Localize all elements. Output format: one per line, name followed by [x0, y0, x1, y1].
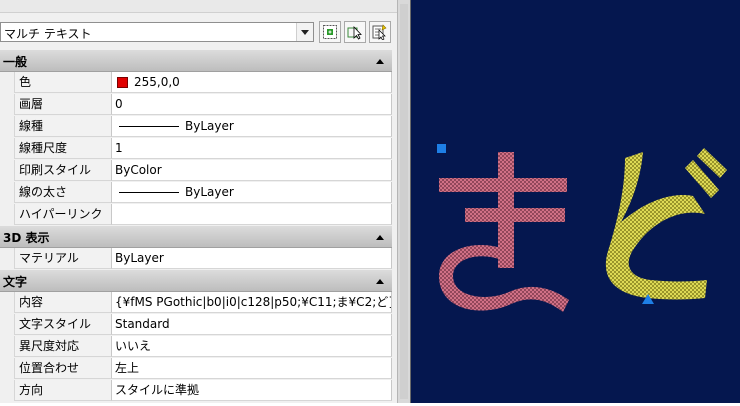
property-row[interactable]: 線種 ByLayer — [0, 116, 392, 138]
property-row[interactable]: 色 255,0,0 — [0, 72, 392, 94]
property-label: 線の太さ — [14, 182, 112, 203]
property-value[interactable]: 1 — [112, 138, 392, 159]
property-value[interactable]: スタイルに準拠 — [112, 380, 392, 401]
property-value[interactable]: ByLayer — [112, 116, 392, 137]
property-value-text: スタイルに準拠 — [115, 383, 200, 397]
category-header[interactable]: 3D 表示 — [0, 226, 392, 248]
property-value-text: ByLayer — [185, 185, 234, 199]
property-row[interactable]: 異尺度対応 いいえ — [0, 336, 392, 358]
property-label: 色 — [14, 72, 112, 93]
property-label: ハイパーリンク — [14, 204, 112, 225]
property-value-text: 255,0,0 — [134, 75, 180, 89]
drawing-area — [437, 144, 727, 312]
quick-select-icon — [372, 24, 387, 40]
property-value-text: ByLayer — [115, 251, 164, 265]
splitter-grip[interactable] — [400, 4, 408, 399]
property-value-text: 0 — [115, 97, 123, 111]
property-grid: 一般色 255,0,0 画層 0 線種 ByLayer 線種尺度 1 印刷スタイル ByColor… — [0, 50, 392, 402]
property-row[interactable]: マテリアル ByLayer — [0, 248, 392, 270]
collapse-caret-icon[interactable] — [376, 279, 384, 284]
drawing-canvas[interactable] — [410, 0, 740, 403]
property-label: 印刷スタイル — [14, 160, 112, 181]
select-objects-icon — [347, 25, 362, 40]
property-label: 文字スタイル — [14, 314, 112, 335]
property-row[interactable]: 画層 0 — [0, 94, 392, 116]
mtext-char-ma[interactable] — [439, 152, 569, 312]
select-objects-button[interactable] — [344, 21, 366, 43]
property-value[interactable]: ByLayer — [112, 182, 392, 203]
category-header[interactable]: 文字 — [0, 270, 392, 292]
property-value-text: 1 — [115, 141, 123, 155]
quick-select-button[interactable] — [369, 21, 391, 43]
object-type-dropdown[interactable]: マルチ テキスト — [0, 22, 314, 42]
property-value[interactable]: ByLayer — [112, 248, 392, 269]
property-label: 位置合わせ — [14, 358, 112, 379]
property-label: 異尺度対応 — [14, 336, 112, 357]
property-value[interactable]: ByColor — [112, 160, 392, 181]
category-header[interactable]: 一般 — [0, 50, 392, 72]
property-label: 画層 — [14, 94, 112, 115]
properties-palette: マルチ テキスト 一般色 255,0,0 画層 0 線種 ByLayer 線種尺… — [0, 0, 397, 403]
property-value[interactable]: Standard — [112, 314, 392, 335]
property-value-text: いいえ — [115, 339, 152, 353]
mtext-char-do[interactable] — [605, 148, 727, 300]
property-value-text: {¥fMS PGothic|b0|i0|c128|p50;¥C11;ま¥C2;ど… — [115, 295, 392, 309]
toggle-pickadd-button[interactable] — [319, 21, 341, 43]
palette-title-strip — [0, 0, 397, 13]
object-selector-row: マルチ テキスト — [0, 20, 397, 46]
property-value[interactable]: いいえ — [112, 336, 392, 357]
property-label: 線種尺度 — [14, 138, 112, 159]
property-row[interactable]: 線種尺度 1 — [0, 138, 392, 160]
property-value-text: ByColor — [115, 163, 162, 177]
property-row[interactable]: 印刷スタイル ByColor — [0, 160, 392, 182]
property-value[interactable] — [112, 204, 392, 225]
pickadd-icon — [323, 25, 337, 39]
color-swatch — [117, 77, 128, 88]
category-title: 一般 — [3, 55, 28, 69]
property-label: 内容 — [14, 292, 112, 313]
property-label: 線種 — [14, 116, 112, 137]
property-value[interactable]: 左上 — [112, 358, 392, 379]
property-value-text: ByLayer — [185, 119, 234, 133]
object-type-value: マルチ テキスト — [4, 27, 92, 41]
category-title: 文字 — [3, 275, 28, 289]
linetype-preview-icon — [119, 192, 179, 193]
property-value-text: 左上 — [115, 361, 140, 375]
property-label: 方向 — [14, 380, 112, 401]
palette-splitter[interactable] — [397, 0, 410, 403]
property-row[interactable]: 方向 スタイルに準拠 — [0, 380, 392, 402]
property-value[interactable]: {¥fMS PGothic|b0|i0|c128|p50;¥C11;ま¥C2;ど… — [112, 292, 392, 313]
property-row[interactable]: 内容 {¥fMS PGothic|b0|i0|c128|p50;¥C11;ま¥C2… — [0, 292, 392, 314]
grip-square[interactable] — [437, 144, 446, 153]
category-title: 3D 表示 — [3, 231, 50, 245]
chevron-down-icon[interactable] — [296, 23, 313, 41]
property-row[interactable]: 文字スタイル Standard — [0, 314, 392, 336]
property-row[interactable]: 位置合わせ 左上 — [0, 358, 392, 380]
property-row[interactable]: 線の太さ ByLayer — [0, 182, 392, 204]
property-value-text: Standard — [115, 317, 170, 331]
property-value[interactable]: 255,0,0 — [112, 72, 392, 93]
collapse-caret-icon[interactable] — [376, 235, 384, 240]
linetype-preview-icon — [119, 126, 179, 127]
collapse-caret-icon[interactable] — [376, 59, 384, 64]
property-value[interactable]: 0 — [112, 94, 392, 115]
property-label: マテリアル — [14, 248, 112, 269]
property-row[interactable]: ハイパーリンク — [0, 204, 392, 226]
